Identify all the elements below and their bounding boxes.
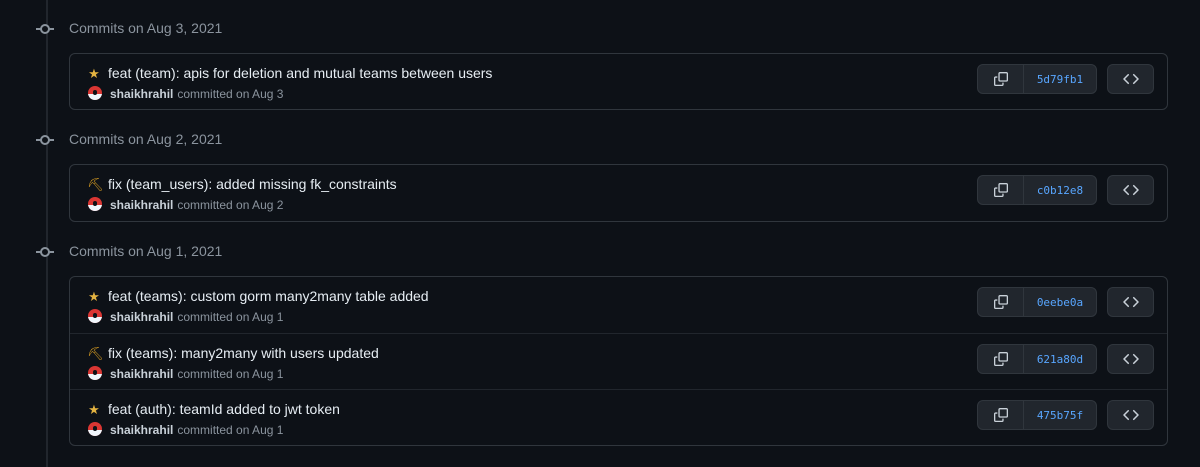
commit-date: committed on Aug 2 [177,198,284,212]
author-avatar[interactable] [88,197,102,211]
copy-sha-button[interactable] [978,288,1024,316]
browse-files-button[interactable] [1107,400,1154,430]
browse-files-button[interactable] [1107,175,1154,205]
copy-icon [993,295,1008,309]
author-avatar[interactable] [88,309,102,323]
copy-icon [993,408,1008,422]
git-commit-node-icon [40,135,50,145]
copy-icon [993,352,1008,366]
sha-button-group: 5d79fb1 [977,64,1097,94]
pick-icon: ⛏ [87,346,104,361]
copy-sha-button[interactable] [978,65,1024,93]
copy-sha-button[interactable] [978,401,1024,429]
author-link[interactable]: shaikhrahil [110,423,173,437]
author-avatar[interactable] [88,366,102,380]
author-link[interactable]: shaikhrahil [110,87,173,101]
commit-row: ★ feat (auth): teamId added to jwt token… [70,389,1167,445]
commit-message-link[interactable]: feat (auth): teamId added to jwt token [108,401,340,417]
commit-sha-link[interactable]: c0b12e8 [1024,176,1096,204]
commit-list-box: ★ feat (team): apis for deletion and mut… [69,53,1168,110]
commit-meta: shaikhrahil committed on Aug 3 [110,87,283,101]
code-icon [1122,409,1139,421]
star-icon: ★ [88,66,100,81]
author-avatar[interactable] [88,422,102,436]
commit-sha-link[interactable]: 475b75f [1024,401,1096,429]
copy-icon [993,183,1008,197]
commit-group-header: Commits on Aug 3, 2021 [0,18,600,42]
star-icon: ★ [88,402,100,417]
code-icon [1122,184,1139,196]
commit-meta: shaikhrahil committed on Aug 1 [110,423,283,437]
sha-button-group: 0eebe0a [977,287,1097,317]
commit-group-header: Commits on Aug 2, 2021 [0,129,600,153]
author-link[interactable]: shaikhrahil [110,198,173,212]
commit-list-box: ★ feat (teams): custom gorm many2many ta… [69,276,1168,446]
copy-sha-button[interactable] [978,345,1024,373]
commit-row: ★ feat (team): apis for deletion and mut… [70,54,1167,109]
browse-files-button[interactable] [1107,64,1154,94]
commit-row: ⛏ fix (team_users): added missing fk_con… [70,165,1167,221]
commit-meta: shaikhrahil committed on Aug 1 [110,310,283,324]
commit-message-link[interactable]: feat (team): apis for deletion and mutua… [108,65,492,81]
commit-row: ★ feat (teams): custom gorm many2many ta… [70,277,1167,333]
sha-button-group: 475b75f [977,400,1097,430]
sha-button-group: c0b12e8 [977,175,1097,205]
browse-files-button[interactable] [1107,344,1154,374]
code-icon [1122,353,1139,365]
commit-message-link[interactable]: feat (teams): custom gorm many2many tabl… [108,288,429,304]
commit-list-box: ⛏ fix (team_users): added missing fk_con… [69,164,1168,222]
author-link[interactable]: shaikhrahil [110,310,173,324]
code-icon [1122,73,1139,85]
pick-icon: ⛏ [87,177,104,192]
commit-group-title: Commits on Aug 2, 2021 [69,131,223,147]
commit-sha-link[interactable]: 621a80d [1024,345,1096,373]
commit-group-header: Commits on Aug 1, 2021 [0,241,600,265]
commit-message-link[interactable]: fix (teams): many2many with users update… [108,345,379,361]
commit-row: ⛏ fix (teams): many2many with users upda… [70,333,1167,389]
commit-date: committed on Aug 3 [177,87,284,101]
commit-meta: shaikhrahil committed on Aug 2 [110,198,283,212]
git-commit-node-icon [40,247,50,257]
commit-sha-link[interactable]: 5d79fb1 [1024,65,1096,93]
star-icon: ★ [88,289,100,304]
commit-sha-link[interactable]: 0eebe0a [1024,288,1096,316]
code-icon [1122,296,1139,308]
commit-message-link[interactable]: fix (team_users): added missing fk_const… [108,176,397,192]
sha-button-group: 621a80d [977,344,1097,374]
commit-date: committed on Aug 1 [177,310,284,324]
commit-date: committed on Aug 1 [177,423,284,437]
author-avatar[interactable] [88,86,102,100]
author-link[interactable]: shaikhrahil [110,367,173,381]
copy-icon [993,72,1008,86]
commit-meta: shaikhrahil committed on Aug 1 [110,367,283,381]
timeline-line [46,0,48,467]
commit-group-title: Commits on Aug 3, 2021 [69,20,223,36]
commit-group-title: Commits on Aug 1, 2021 [69,243,223,259]
copy-sha-button[interactable] [978,176,1024,204]
browse-files-button[interactable] [1107,287,1154,317]
commit-date: committed on Aug 1 [177,367,284,381]
git-commit-node-icon [40,24,50,34]
